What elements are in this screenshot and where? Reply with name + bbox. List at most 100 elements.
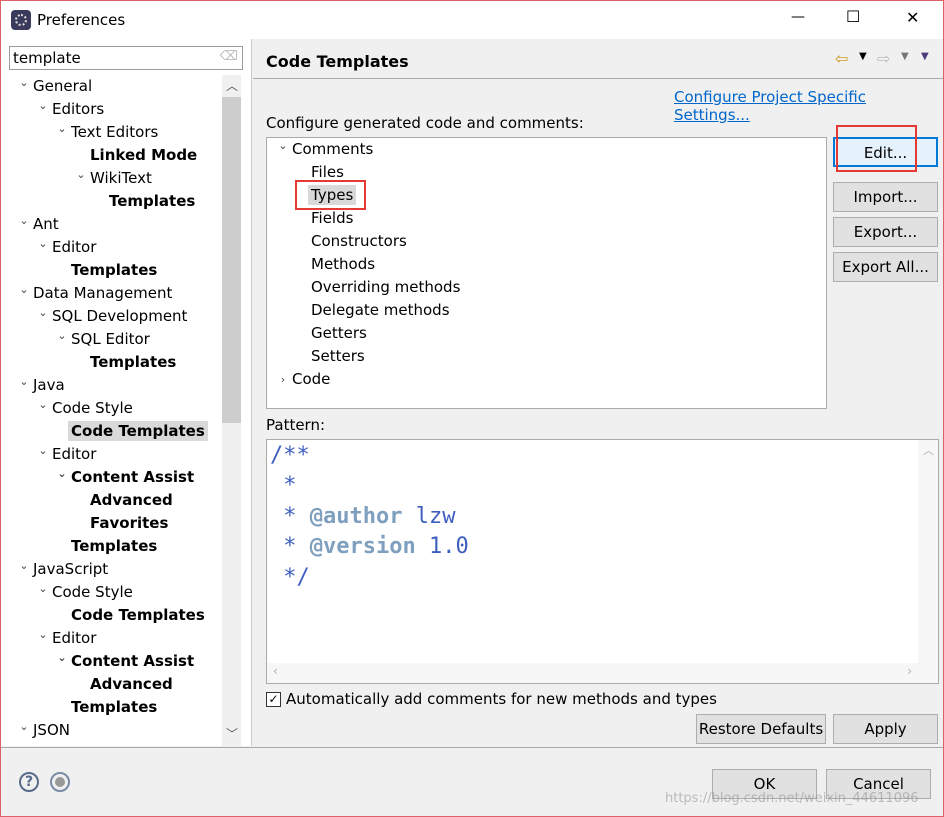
tree-item[interactable]: Templates	[109, 190, 195, 213]
chevron-down-icon[interactable]: ⌄	[55, 462, 69, 485]
filter-input[interactable]: template ⌫	[9, 46, 243, 70]
auto-comment-checkbox[interactable]: ✓	[266, 692, 281, 707]
import-button[interactable]: Import...	[833, 182, 938, 212]
tree-item[interactable]: ⌄ JSON	[19, 719, 70, 742]
tree-item-label: Editor	[52, 445, 97, 463]
pattern-editor[interactable]: ︿ ‹ ›	[266, 439, 939, 684]
minimize-button[interactable]: —	[791, 9, 805, 25]
tree-item-label: General	[33, 77, 93, 95]
chevron-down-icon[interactable]: ⌄	[17, 75, 31, 94]
help-icon[interactable]: ?	[19, 772, 39, 792]
edit-highlight-box	[836, 125, 917, 172]
tree-item[interactable]: ⌄ Data Management	[19, 282, 173, 305]
preferences-window: Preferences — ☐ ✕ template ⌫ ⌄ General ⌄ Ed…	[0, 0, 944, 817]
tree-item-label: Editor	[52, 238, 97, 256]
chevron-down-icon[interactable]: ⌄	[17, 554, 31, 577]
chevron-down-icon[interactable]: ⌄	[17, 278, 31, 301]
scroll-down-icon[interactable]: ﹀	[226, 725, 238, 742]
tree-item[interactable]: Delegate methods	[311, 299, 450, 322]
tree-item[interactable]: ⌄ Editor	[38, 236, 97, 259]
chevron-down-icon[interactable]: ⌄	[17, 715, 31, 738]
back-menu-icon[interactable]: ▼	[859, 51, 867, 62]
tree-item-label: Code Templates	[68, 421, 208, 441]
tree-item[interactable]: Overriding methods	[311, 276, 460, 299]
tree-item-label: Data Management	[33, 284, 173, 302]
tree-item-label: Ant	[33, 215, 59, 233]
export-all-button[interactable]: Export All...	[833, 252, 938, 282]
tree-item[interactable]: ⌄ Content Assist	[57, 466, 194, 489]
close-button[interactable]: ✕	[906, 8, 919, 27]
project-settings-link[interactable]: Configure Project Specific Settings...	[674, 88, 943, 124]
tree-item[interactable]: Code Templates	[71, 604, 205, 627]
types-highlight-box	[295, 180, 366, 210]
tree-item[interactable]: Favorites	[90, 512, 168, 535]
scroll-up-icon[interactable]: ︿	[226, 77, 238, 94]
chevron-down-icon[interactable]: ⌄	[36, 439, 50, 462]
apply-button[interactable]: Apply	[833, 714, 938, 744]
nav-scrollbar[interactable]: ︿ ﹀	[222, 75, 241, 746]
chevron-down-icon[interactable]: ⌄	[36, 393, 50, 416]
eclipse-icon	[11, 10, 31, 30]
view-menu-icon[interactable]: ▼	[921, 51, 929, 62]
chevron-down-icon[interactable]: ⌄	[36, 232, 50, 255]
tree-item[interactable]: ⌄ Comments	[278, 138, 373, 161]
tree-item[interactable]: › Code	[281, 368, 331, 391]
tree-item[interactable]: ⌄ SQL Editor	[57, 328, 149, 351]
tree-item[interactable]: Advanced	[90, 489, 173, 512]
chevron-down-icon[interactable]: ⌄	[36, 577, 50, 600]
page-title: Code Templates	[266, 52, 409, 71]
tree-item[interactable]: Templates	[71, 696, 157, 719]
tree-item[interactable]: ⌄ Code Style	[38, 581, 132, 604]
tree-item[interactable]: ⌄ Content Assist	[57, 650, 194, 673]
tree-item[interactable]: ⌄ WikiText	[76, 167, 151, 190]
tree-item[interactable]: Fields	[311, 207, 353, 230]
chevron-down-icon[interactable]: ⌄	[74, 163, 88, 186]
forward-arrow-icon[interactable]: ⇨	[877, 49, 890, 68]
record-macro-icon[interactable]	[50, 772, 70, 792]
tree-item-label: JSON	[33, 721, 70, 739]
chevron-down-icon[interactable]: ⌄	[36, 623, 50, 646]
tree-item[interactable]: Linked Mode	[90, 144, 197, 167]
tree-item[interactable]: ⌄ Code Style	[38, 397, 132, 420]
pattern-label: Pattern:	[266, 416, 326, 434]
tree-item-label: Advanced	[90, 675, 173, 693]
pattern-vscroll[interactable]: ︿	[918, 440, 938, 683]
tree-item[interactable]: ⌄ Text Editors	[57, 121, 158, 144]
tree-item[interactable]: Templates	[71, 259, 157, 282]
tree-item-label: Linked Mode	[90, 146, 198, 164]
back-arrow-icon[interactable]: ⇦	[835, 49, 848, 68]
chevron-down-icon[interactable]: ⌄	[17, 370, 31, 393]
tree-item[interactable]: Templates	[90, 351, 176, 374]
chevron-down-icon[interactable]: ⌄	[55, 324, 69, 347]
tree-item[interactable]: Constructors	[311, 230, 407, 253]
tree-item[interactable]: Templates	[71, 535, 157, 558]
chevron-down-icon[interactable]: ⌄	[36, 301, 50, 324]
pattern-line-1: /**	[270, 443, 310, 468]
tree-item[interactable]: Code Templates	[68, 420, 208, 443]
export-button[interactable]: Export...	[833, 217, 938, 247]
tree-item[interactable]: ⌄ SQL Development	[38, 305, 187, 328]
tree-item[interactable]: Setters	[311, 345, 365, 368]
pattern-line-2: *	[270, 473, 297, 498]
chevron-down-icon[interactable]: ⌄	[36, 94, 50, 117]
chevron-down-icon[interactable]: ⌄	[276, 134, 290, 157]
scrollbar-thumb[interactable]	[222, 97, 241, 423]
preference-nav: template ⌫ ⌄ General ⌄ Editors ⌄ Text Editors…	[1, 39, 252, 746]
pattern-hscroll[interactable]: ‹ ›	[267, 663, 918, 683]
tree-item-label: JavaScript	[33, 560, 109, 578]
tree-item[interactable]: JSON Files	[52, 742, 127, 746]
forward-menu-icon[interactable]: ▼	[901, 51, 909, 62]
tree-item[interactable]: Advanced	[90, 673, 173, 696]
restore-defaults-button[interactable]: Restore Defaults	[696, 714, 826, 744]
chevron-down-icon[interactable]: ⌄	[55, 646, 69, 669]
tree-item-label: Favorites	[90, 514, 169, 532]
description: Configure generated code and comments:	[266, 114, 584, 132]
tree-item[interactable]: Getters	[311, 322, 367, 345]
clear-filter-icon[interactable]: ⌫	[220, 49, 238, 64]
chevron-down-icon[interactable]: ⌄	[17, 209, 31, 232]
tree-item-label: Templates	[71, 261, 158, 279]
tree-item[interactable]: Methods	[311, 253, 375, 276]
chevron-down-icon[interactable]: ⌄	[55, 117, 69, 140]
chevron-right-icon[interactable]: ›	[276, 368, 290, 391]
maximize-button[interactable]: ☐	[846, 7, 860, 26]
